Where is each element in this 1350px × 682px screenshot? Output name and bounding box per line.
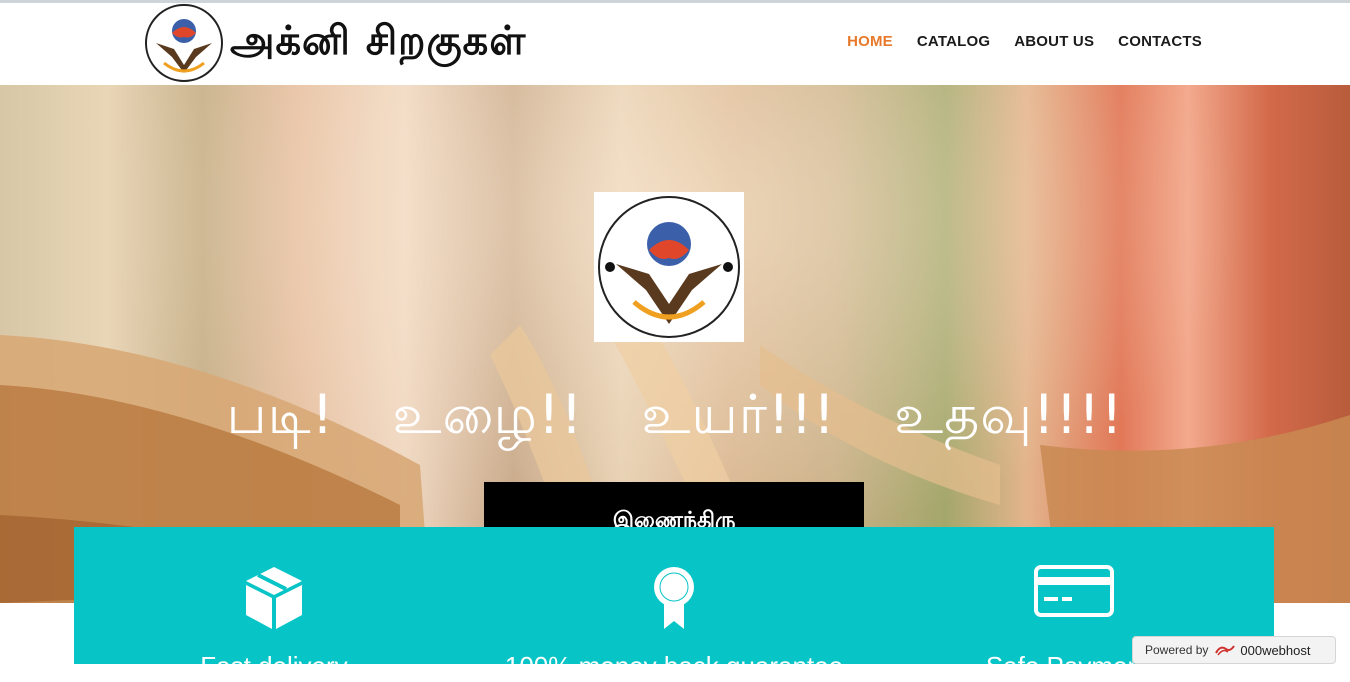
site-logo[interactable]: அக்னி சிறகுகள் <box>144 3 584 83</box>
credit-card-icon <box>1034 565 1114 617</box>
nav-catalog[interactable]: CATALOG <box>917 33 990 50</box>
webhost-brand: 000webhost <box>1240 642 1311 658</box>
logo-text: அக்னி சிறகுகள் <box>230 17 527 64</box>
hero-tagline: படி! உழை!! உயர்!!! உதவு!!!! <box>226 383 1124 446</box>
nav-home[interactable]: HOME <box>847 33 893 50</box>
features-strip: Fast delivery 100% money back guarantee … <box>74 527 1274 681</box>
feature-label: Fast delivery <box>200 651 348 681</box>
feature-money-back: 100% money back guarantee <box>474 527 874 681</box>
powered-by-text: Powered by <box>1145 643 1209 657</box>
nav-contacts[interactable]: CONTACTS <box>1118 33 1202 50</box>
nav-about-us[interactable]: ABOUT US <box>1014 33 1094 50</box>
award-ribbon-icon <box>654 567 694 629</box>
box-icon <box>246 567 302 629</box>
hero-emblem <box>594 192 744 342</box>
feature-label: 100% money back guarantee <box>504 651 844 681</box>
main-nav: HOME CATALOG ABOUT US CONTACTS <box>847 33 1202 50</box>
webhost-swirl-icon <box>1215 645 1236 656</box>
powered-by-badge[interactable]: Powered by 000webhost <box>1132 636 1336 664</box>
site-header: அக்னி சிறகுகள் HOME CATALOG ABOUT US CON… <box>0 3 1350 85</box>
feature-fast-delivery: Fast delivery <box>74 527 474 681</box>
logo-emblem-icon <box>145 4 223 82</box>
hero-banner: படி! உழை!! உயர்!!! உதவு!!!! இணைந்திரு <box>0 85 1350 603</box>
